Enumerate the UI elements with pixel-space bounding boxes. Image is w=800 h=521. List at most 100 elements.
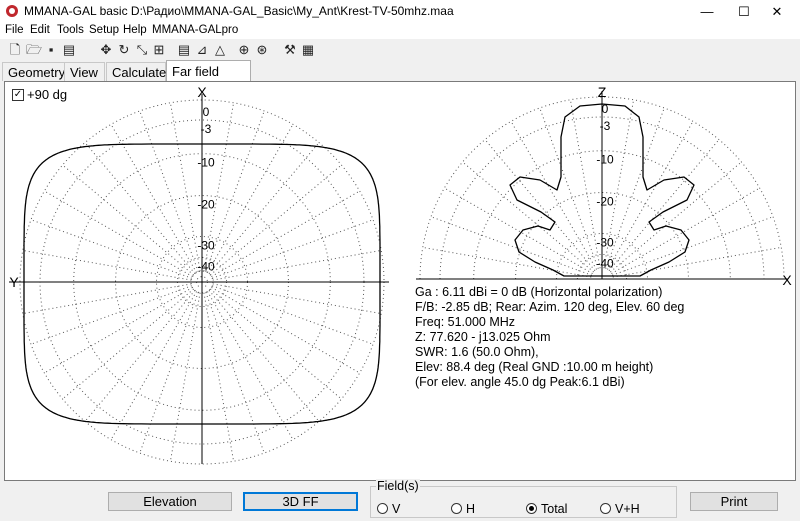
tab-strip: Geometry View Calculate Far field plots xyxy=(0,60,800,100)
radio-h-dot xyxy=(451,503,462,514)
tab-calculate[interactable]: Calculate xyxy=(106,62,166,81)
antenna-info: Ga : 6.11 dBi = 0 dB (Horizontal polariz… xyxy=(415,285,684,390)
chart-icon[interactable]: ⊿ xyxy=(195,42,209,57)
left-grid-spoke xyxy=(211,287,360,374)
left-db-label: -40 xyxy=(197,259,215,273)
left-grid-spoke xyxy=(207,291,294,440)
menu-bar: File Edit Tools Setup Help MMANA-GALpro xyxy=(0,23,800,39)
right-grid-spoke xyxy=(422,246,592,278)
right-db-label: -10 xyxy=(596,153,614,167)
radio-h[interactable]: H xyxy=(451,502,475,516)
left-axis-label-side: Y xyxy=(9,274,19,290)
triangle-icon[interactable]: △ xyxy=(213,42,227,57)
radio-v[interactable]: V xyxy=(377,502,400,516)
menu-edit[interactable]: Edit xyxy=(30,24,50,36)
plus90-label: +90 dg xyxy=(27,87,68,102)
right-db-label: -20 xyxy=(596,195,614,209)
3d-ff-button[interactable]: 3D FF xyxy=(243,492,358,511)
left-db-label: -30 xyxy=(197,239,215,253)
tools-icon[interactable]: ⚒ xyxy=(283,42,297,57)
calculator-icon[interactable]: ▦ xyxy=(301,42,315,57)
right-grid-spoke xyxy=(612,216,774,276)
menu-setup[interactable]: Setup xyxy=(89,24,119,36)
swr-info: SWR: 1.6 (50.0 Ohm), xyxy=(415,345,539,359)
right-grid-spoke xyxy=(539,107,599,269)
left-grid-spoke xyxy=(110,124,197,273)
radio-v-dot xyxy=(377,503,388,514)
new-icon[interactable]: 🗋 xyxy=(8,42,22,57)
resize-icon[interactable]: ⤡ xyxy=(135,42,149,57)
left-grid-spoke xyxy=(210,288,342,400)
right-grid-spoke xyxy=(605,107,665,269)
app-icon xyxy=(6,5,18,17)
radio-v-label: V xyxy=(392,502,401,516)
left-grid-spoke xyxy=(62,288,194,400)
left-db-label: -3 xyxy=(201,122,212,136)
left-grid-spoke xyxy=(30,219,192,279)
right-grid-spoke xyxy=(607,121,694,270)
radio-h-label: H xyxy=(466,502,476,516)
impedance-info: Z: 77.620 - j13.025 Ohm xyxy=(415,330,551,344)
plus90-checkbox[interactable]: ✓ xyxy=(12,89,24,101)
left-grid-spoke xyxy=(212,219,374,279)
right-grid-spoke xyxy=(510,121,597,270)
left-grid-spoke xyxy=(44,190,193,277)
move-icon[interactable]: ✥ xyxy=(99,42,113,57)
tab-view[interactable]: View xyxy=(64,62,105,81)
left-grid-spoke xyxy=(139,292,199,454)
far-field-plots-svg: 0 -3 -10 -20 -30 -40 0 -3 -10 -20 -30 -40 X Y Z X xyxy=(9,84,792,465)
target-icon[interactable]: ⊕ xyxy=(237,42,251,57)
save-icon[interactable]: ▪ xyxy=(44,42,58,57)
radio-total-dot xyxy=(526,503,537,514)
left-grid-spoke xyxy=(62,164,194,276)
globe-icon[interactable]: ⊛ xyxy=(255,42,269,57)
left-grid-spoke xyxy=(208,290,320,422)
rotate-icon[interactable]: ↻ xyxy=(117,42,131,57)
left-grid-spoke xyxy=(84,142,196,274)
radio-vh-dot xyxy=(600,503,611,514)
left-db-label: -20 xyxy=(197,198,215,212)
menu-tools[interactable]: Tools xyxy=(57,24,84,36)
table-icon[interactable]: ▤ xyxy=(177,42,191,57)
left-db-label: -10 xyxy=(197,156,215,170)
radio-total[interactable]: Total xyxy=(526,502,567,516)
gain-info: Ga : 6.11 dBi = 0 dB (Horizontal polariz… xyxy=(415,285,663,299)
fields-legend: Field(s) xyxy=(376,479,420,493)
radio-vh[interactable]: V+H xyxy=(600,502,640,516)
tab-far-field-plots[interactable]: Far field plots xyxy=(166,60,251,100)
left-axis-label-top: X xyxy=(197,84,207,100)
menu-mmana-galpro[interactable]: MMANA-GALpro xyxy=(152,24,238,36)
right-grid-spoke xyxy=(612,246,782,278)
left-grid-spoke xyxy=(110,291,197,440)
fields-group: Field(s) V H Total V+H xyxy=(370,479,677,518)
radio-total-label: Total xyxy=(541,502,568,516)
bottom-panel: Elevation 3D FF Field(s) V H Total V+H P… xyxy=(0,479,800,521)
far-field-canvas: 0 -3 -10 -20 -30 -40 0 -3 -10 -20 -30 -40 X Y Z X ✓ +90… xyxy=(4,81,796,481)
right-axis-label-side: X xyxy=(782,272,792,288)
elevation-button[interactable]: Elevation xyxy=(108,492,232,511)
right-axis-label-top: Z xyxy=(598,84,607,100)
save-as-icon[interactable]: ▤ xyxy=(62,42,76,57)
peak-info: (For elev. angle 45.0 dg Peak:6.1 dBi) xyxy=(415,375,625,389)
left-grid-spoke xyxy=(203,292,235,462)
radio-vh-label: V+H xyxy=(615,502,640,516)
frequency-info: Freq: 51.000 MHz xyxy=(415,315,516,329)
left-grid-spoke xyxy=(44,287,193,374)
window-title: MMANA-GAL basic D:\Радио\MMANA-GAL_Basic… xyxy=(24,4,454,18)
left-grid-spoke xyxy=(211,190,360,277)
menu-help[interactable]: Help xyxy=(123,24,147,36)
close-button[interactable]: ✕ xyxy=(754,0,800,23)
right-db-label: -30 xyxy=(596,236,614,250)
tab-geometry[interactable]: Geometry xyxy=(2,62,65,81)
wire-icon[interactable]: ⊞ xyxy=(152,42,166,57)
title-bar: MMANA-GAL basic D:\Радио\MMANA-GAL_Basic… xyxy=(0,0,800,23)
left-grid-spoke xyxy=(212,285,374,345)
open-icon[interactable]: 🗁 xyxy=(26,42,42,57)
left-db-label: 0 xyxy=(203,105,210,119)
left-grid-spoke xyxy=(207,124,294,273)
menu-file[interactable]: File xyxy=(5,24,24,36)
print-button[interactable]: Print xyxy=(690,492,778,511)
left-grid-spoke xyxy=(139,110,199,272)
left-grid-spoke xyxy=(212,283,382,315)
toolbar: 🗋 🗁 ▪ ▤ ✥ ↻ ⤡ ⊞ ▤ ⊿ △ ⊕ ⊛ ⚒ ▦ xyxy=(0,40,800,60)
